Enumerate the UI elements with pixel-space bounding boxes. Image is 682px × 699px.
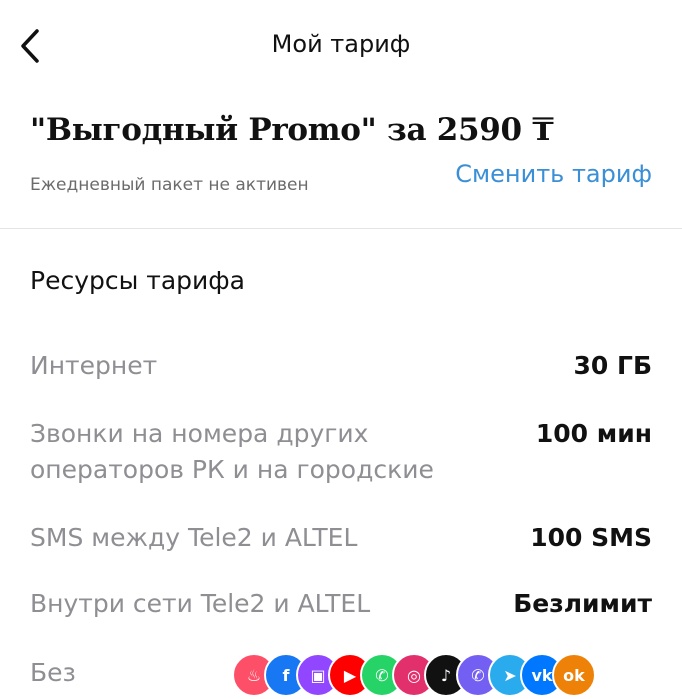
resource-label-continued: операторов РК и на городские bbox=[30, 455, 434, 484]
change-tariff-link[interactable]: Сменить тариф bbox=[455, 160, 652, 188]
divider bbox=[0, 228, 682, 229]
resource-value: Безлимит bbox=[513, 589, 652, 618]
resources-section-title: Ресурсы тарифа bbox=[30, 266, 245, 295]
resource-value: 100 мин bbox=[535, 419, 652, 448]
resource-label: Звонки на номера других bbox=[30, 419, 369, 448]
resource-label: SMS между Tele2 и ALTEL bbox=[30, 523, 358, 552]
resource-label: Без bbox=[30, 658, 76, 687]
resource-value: 30 ГБ bbox=[573, 351, 652, 380]
social-apps-strip: ♨ f ▣ ▶ ✆ ◎ ♪ ✆ ➤ vk ok bbox=[232, 653, 596, 699]
odnoklassniki-icon: ok bbox=[552, 653, 596, 697]
resource-label: Интернет bbox=[30, 351, 158, 380]
resource-label: Внутри сети Tele2 и ALTEL bbox=[30, 589, 371, 618]
daily-package-status: Ежедневный пакет не активен bbox=[30, 175, 309, 195]
resource-value: 100 SMS bbox=[530, 523, 652, 552]
tariff-title: "Выгодный Promo" за 2590 ₸ bbox=[30, 112, 554, 148]
page-title: Мой тариф bbox=[271, 30, 411, 58]
